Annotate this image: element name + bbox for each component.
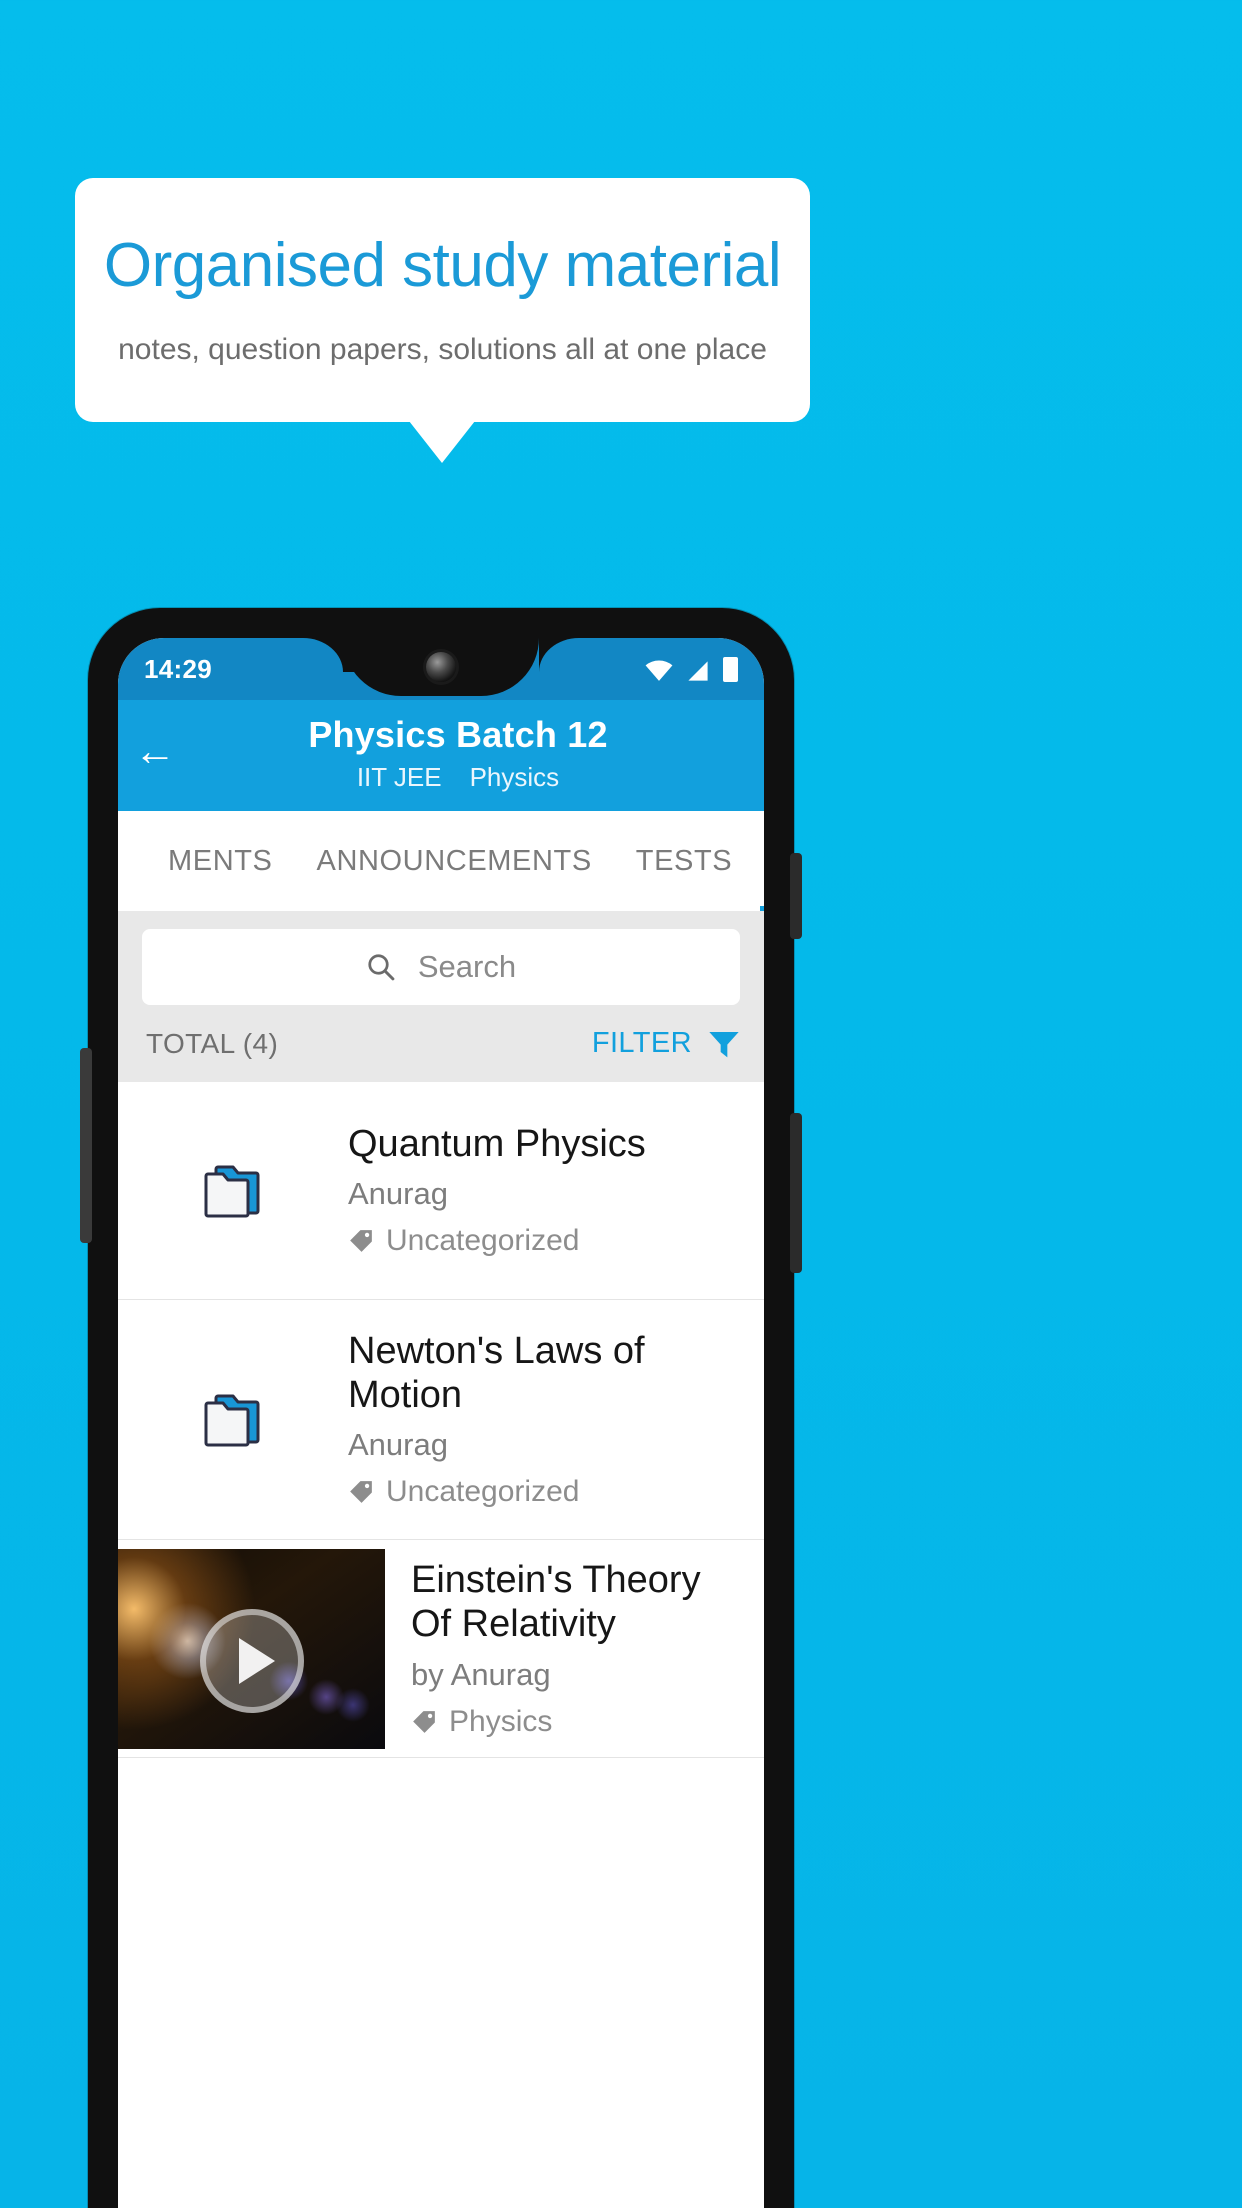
status-clock: 14:29: [144, 653, 212, 684]
video-thumbnail[interactable]: [118, 1548, 385, 1749]
tag-icon: [413, 1710, 435, 1733]
tab-announcements[interactable]: ANNOUNCEMENTS: [295, 811, 614, 911]
list-item-icon-cell: [118, 1390, 348, 1450]
list-item-title: Newton's Laws of Motion: [348, 1330, 645, 1416]
folder-icon: [204, 1394, 260, 1447]
content-list: Quantum Physics Anurag Uncategorized New…: [118, 1082, 764, 1759]
tab-videos[interactable]: VIDEOS: [754, 811, 764, 911]
list-item[interactable]: Quantum Physics Anurag Uncategorized: [118, 1082, 764, 1300]
list-item-tag: Uncategorized: [348, 1475, 720, 1509]
list-item-body: Quantum Physics Anurag Uncategorized: [348, 1123, 744, 1259]
tab-ments[interactable]: MENTS: [146, 811, 295, 911]
tab-bar: MENTS ANNOUNCEMENTS TESTS VIDEOS: [118, 811, 764, 911]
search-section: Search: [118, 911, 764, 1021]
app-bar-titles: Physics Batch 12 IIT JEE Physics: [152, 714, 764, 793]
app-bar: ← Physics Batch 12 IIT JEE Physics: [118, 700, 764, 811]
promo-card: Organised study material notes, question…: [75, 178, 810, 422]
promo-title: Organised study material: [103, 231, 782, 301]
list-item-tag-label: Physics: [449, 1704, 553, 1738]
wifi-icon: [645, 660, 673, 681]
signal-icon: [688, 660, 708, 681]
filter-button[interactable]: FILTER: [592, 1027, 740, 1060]
list-item-icon-cell: [118, 1161, 348, 1221]
list-item-author: by Anurag: [411, 1656, 551, 1692]
list-item-body: Newton's Laws of Motion Anurag Uncategor…: [348, 1330, 744, 1509]
breadcrumb-subject: Physics: [469, 762, 560, 792]
phone-mockup: 14:29 ← Physics Batch 12 IIT JEE Physics…: [80, 608, 802, 2208]
list-item[interactable]: Newton's Laws of Motion Anurag Uncategor…: [118, 1300, 764, 1541]
tag-icon: [350, 1230, 372, 1253]
search-icon: [368, 954, 395, 981]
search-placeholder: Search: [417, 949, 517, 984]
promo-card-tail: [409, 421, 475, 463]
search-input[interactable]: Search: [142, 929, 740, 1005]
phone-side-button: [790, 1113, 802, 1273]
promo-subtitle: notes, question papers, solutions all at…: [118, 332, 767, 366]
phone-notch: [343, 638, 539, 696]
list-item-tag: Uncategorized: [348, 1224, 720, 1258]
list-item-author: Anurag: [348, 1176, 448, 1212]
list-item-tag: Physics: [411, 1705, 744, 1739]
list-item-title: Einstein's Theory Of Relativity: [411, 1559, 701, 1645]
breadcrumb: IIT JEE Physics: [152, 762, 764, 793]
list-item-title: Quantum Physics: [348, 1122, 646, 1165]
filter-label: FILTER: [591, 1027, 692, 1059]
folder-icon: [204, 1165, 260, 1217]
list-item-author: Anurag: [348, 1427, 448, 1463]
tag-icon: [350, 1481, 372, 1504]
filter-funnel-icon: [709, 1031, 739, 1057]
phone-volume-button: [80, 1048, 92, 1243]
phone-power-button: [790, 853, 802, 939]
list-header: TOTAL (4) FILTER: [118, 1021, 764, 1082]
tab-tests[interactable]: TESTS: [614, 811, 754, 911]
list-item-tag-label: Uncategorized: [386, 1475, 580, 1509]
list-item-body: Einstein's Theory Of Relativity by Anura…: [385, 1559, 764, 1738]
status-bar: 14:29: [118, 638, 764, 700]
battery-icon: [723, 656, 738, 682]
page-title: Physics Batch 12: [308, 714, 608, 755]
phone-screen: 14:29 ← Physics Batch 12 IIT JEE Physics…: [118, 638, 764, 2208]
total-count-label: TOTAL (4): [146, 1027, 279, 1059]
list-item[interactable]: Einstein's Theory Of Relativity by Anura…: [118, 1540, 764, 1759]
play-icon[interactable]: [199, 1608, 304, 1713]
breadcrumb-course: IIT JEE: [356, 762, 442, 792]
status-icon-group: [645, 656, 738, 682]
list-item-tag-label: Uncategorized: [386, 1224, 580, 1258]
front-camera: [426, 652, 456, 682]
